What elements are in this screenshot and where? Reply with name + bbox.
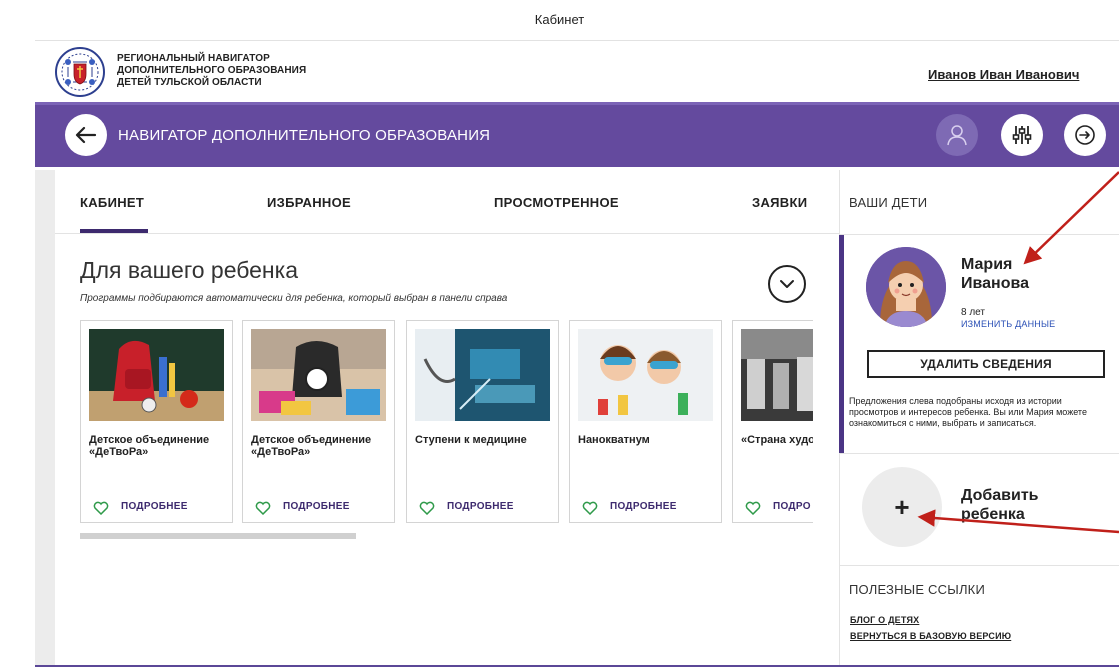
- delete-child-button[interactable]: УДАЛИТЬ СВЕДЕНИЯ: [867, 350, 1105, 378]
- program-card[interactable]: «Страна художнико ПОДРО: [732, 320, 813, 523]
- sliders-icon: [1012, 126, 1032, 144]
- program-title[interactable]: «Страна художнико: [741, 434, 813, 446]
- logo-line-1: РЕГИОНАЛЬНЫЙ НАВИГАТОР: [117, 53, 270, 64]
- edit-child-link[interactable]: ИЗМЕНИТЬ ДАННЫЕ: [961, 319, 1055, 329]
- details-link[interactable]: ПОДРОБНЕЕ: [283, 501, 350, 512]
- active-tab-indicator: [80, 229, 148, 233]
- logo-line-3: ДЕТЕЙ ТУЛЬСКОЙ ОБЛАСТИ: [117, 77, 262, 88]
- child-age: 8 лет: [961, 307, 985, 318]
- program-title[interactable]: Детское объединение «ДеТвоРа»: [89, 434, 227, 458]
- user-icon: [947, 125, 967, 146]
- logo-line-2: ДОПОЛНИТЕЛЬНОГО ОБРАЗОВАНИЯ: [117, 65, 307, 76]
- tab-favorites[interactable]: ИЗБРАННОЕ: [267, 195, 351, 210]
- program-title[interactable]: Ступени к медицине: [415, 434, 553, 446]
- logo-title: РЕГИОНАЛЬНЫЙ НАВИГАТОР ДОПОЛНИТЕЛЬНОГО О…: [117, 53, 306, 89]
- arrow-left-icon: [75, 126, 97, 144]
- title-divider: [35, 40, 1119, 41]
- program-image-art-class: [741, 329, 813, 421]
- heart-icon[interactable]: [582, 501, 598, 515]
- program-title[interactable]: Нанокватнум: [578, 434, 716, 446]
- useful-links-heading: ПОЛЕЗНЫЕ ССЫЛКИ: [849, 582, 985, 597]
- window-title: Кабинет: [534, 12, 585, 27]
- heart-icon[interactable]: [419, 501, 435, 515]
- child-recommendation-note: Предложения слева подобраны исходя из ис…: [849, 396, 1087, 428]
- navbar-title: НАВИГАТОР ДОПОЛНИТЕЛЬНОГО ОБРАЗОВАНИЯ: [118, 127, 491, 144]
- chevron-down-icon: [780, 280, 794, 288]
- child-avatar: [866, 247, 946, 327]
- tab-viewed[interactable]: ПРОСМОТРЕННОЕ: [494, 195, 619, 210]
- tab-requests[interactable]: ЗАЯВКИ: [752, 195, 807, 210]
- links-divider: [839, 565, 1119, 566]
- program-image-backpack: [89, 329, 224, 421]
- program-image-lab-kids: [578, 329, 713, 421]
- child-name: Мария Иванова: [961, 255, 1081, 293]
- details-link[interactable]: ПОДРОБНЕЕ: [121, 501, 188, 512]
- heart-icon[interactable]: [745, 501, 761, 515]
- carousel-scrollbar[interactable]: [80, 533, 356, 539]
- back-button[interactable]: [65, 114, 107, 156]
- details-link[interactable]: ПОДРОБНЕЕ: [610, 501, 677, 512]
- section-title: Для вашего ребенка: [80, 257, 298, 283]
- profile-button[interactable]: [936, 114, 978, 156]
- region-emblem-icon[interactable]: [52, 46, 108, 98]
- logout-icon: [1075, 125, 1095, 145]
- program-title[interactable]: Детское объединение «ДеТвоРа»: [251, 434, 389, 458]
- kids-heading: ВАШИ ДЕТИ: [849, 195, 928, 210]
- add-child-label-line-1: Добавить: [961, 487, 1039, 504]
- top-navbar: НАВИГАТОР ДОПОЛНИТЕЛЬНОГО ОБРАЗОВАНИЯ: [35, 102, 1119, 167]
- program-card[interactable]: Детское объединение «ДеТвоРа» ПОДРОБНЕЕ: [242, 320, 395, 523]
- tab-cabinet[interactable]: КАБИНЕТ: [80, 195, 144, 210]
- basic-version-link[interactable]: ВЕРНУТЬСЯ В БАЗОВУЮ ВЕРСИЮ: [850, 631, 1011, 641]
- add-child-label[interactable]: Добавить ребенка: [961, 486, 1081, 524]
- program-card[interactable]: Детское объединение «ДеТвоРа» ПОДРОБНЕЕ: [80, 320, 233, 523]
- program-cards-carousel[interactable]: Детское объединение «ДеТвоРа» ПОДРОБНЕЕ …: [80, 320, 813, 524]
- heart-icon[interactable]: [255, 501, 271, 515]
- program-image-medicine: [415, 329, 550, 421]
- filter-button[interactable]: [1001, 114, 1043, 156]
- section-subtitle: Программы подбираются автоматически для …: [80, 293, 508, 304]
- add-child-button[interactable]: + Добавить ребенка: [860, 467, 1119, 557]
- details-link[interactable]: ПОДРОБНЕЕ: [447, 501, 514, 512]
- left-gutter: [35, 170, 55, 665]
- cabinet-tabs: КАБИНЕТ ИЗБРАННОЕ ПРОСМОТРЕННОЕ ЗАЯВКИ: [55, 170, 839, 234]
- child-last-name: Иванова: [961, 275, 1029, 292]
- heart-icon[interactable]: [93, 501, 109, 515]
- plus-icon[interactable]: +: [862, 467, 942, 547]
- blog-link[interactable]: БЛОГ О ДЕТЯХ: [850, 615, 919, 625]
- collapse-button[interactable]: [768, 265, 806, 303]
- user-name-link[interactable]: Иванов Иван Иванович: [928, 67, 1079, 82]
- logout-button[interactable]: [1064, 114, 1106, 156]
- program-card[interactable]: Нанокватнум ПОДРОБНЕЕ: [569, 320, 722, 523]
- child-card-divider: [839, 453, 1119, 454]
- child-profile-card[interactable]: Мария Иванова 8 лет ИЗМЕНИТЬ ДАННЫЕ УДАЛ…: [839, 235, 1119, 453]
- girl-avatar-icon: [866, 247, 946, 327]
- add-child-label-line-2: ребенка: [961, 506, 1025, 523]
- child-first-name: Мария: [961, 256, 1013, 273]
- bottom-border: [35, 665, 1119, 667]
- details-link[interactable]: ПОДРО: [773, 501, 811, 512]
- program-image-school-supplies: [251, 329, 386, 421]
- program-card[interactable]: Ступени к медицине ПОДРОБНЕЕ: [406, 320, 559, 523]
